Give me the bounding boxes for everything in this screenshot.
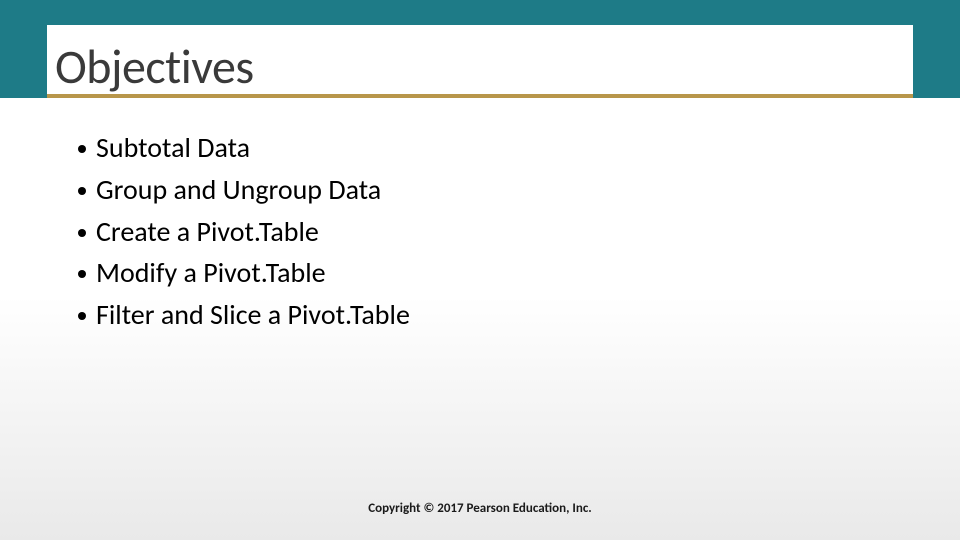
bullet-text: Group and Ungroup Data [96, 172, 381, 208]
slide-title: Objectives [55, 42, 254, 92]
list-item: Subtotal Data [78, 130, 410, 166]
list-item: Modify a Pivot.Table [78, 255, 410, 291]
list-item: Filter and Slice a Pivot.Table [78, 297, 410, 333]
bullet-icon [78, 187, 86, 195]
bullet-text: Modify a Pivot.Table [96, 255, 326, 291]
copyright-text: Copyright © 2017 Pearson Education, Inc. [0, 501, 960, 516]
bullet-text: Filter and Slice a Pivot.Table [96, 297, 410, 333]
bullet-icon [78, 270, 86, 278]
bullet-icon [78, 312, 86, 320]
bullet-text: Subtotal Data [96, 130, 250, 166]
list-item: Create a Pivot.Table [78, 214, 410, 250]
bullet-list: Subtotal Data Group and Ungroup Data Cre… [78, 130, 410, 339]
bullet-icon [78, 229, 86, 237]
bullet-text: Create a Pivot.Table [96, 214, 319, 250]
slide: Objectives Subtotal Data Group and Ungro… [0, 0, 960, 540]
title-box: Objectives [47, 25, 913, 98]
list-item: Group and Ungroup Data [78, 172, 410, 208]
bullet-icon [78, 145, 86, 153]
